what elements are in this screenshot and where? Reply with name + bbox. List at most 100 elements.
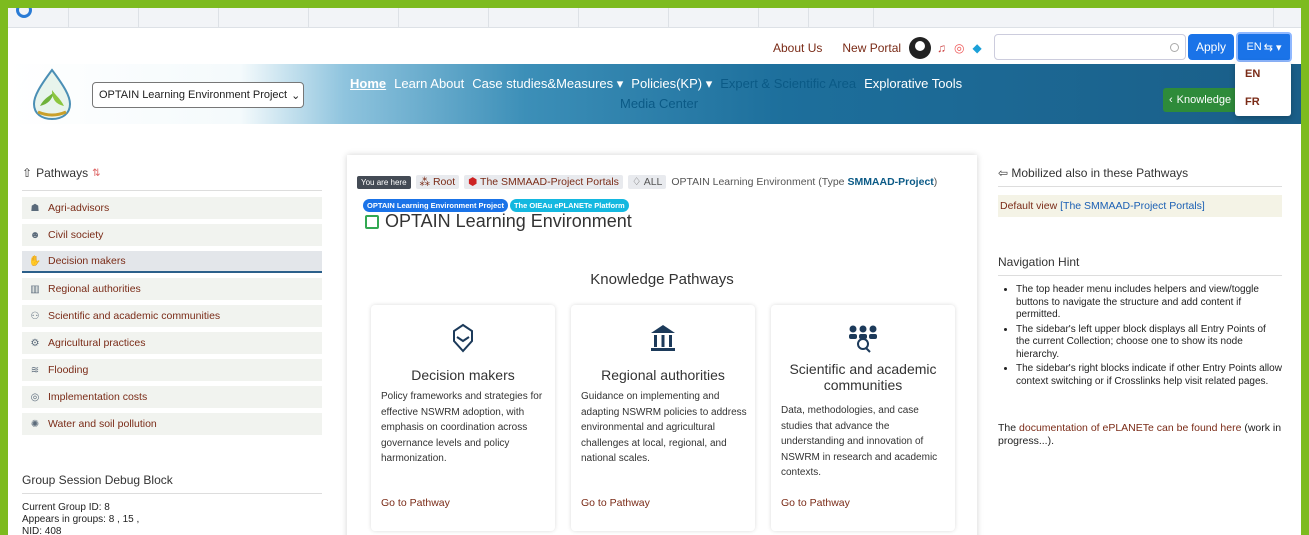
translate-icon: ⇆ ▾ xyxy=(1263,41,1282,54)
top-tab-strip xyxy=(8,8,1301,28)
sidebar-item-implementation-costs[interactable]: ◎ Implementation costs xyxy=(22,386,322,408)
sidebar-item-label: Scientific and academic communities xyxy=(48,310,221,322)
breadcrumb-all[interactable]: ♢ ALL xyxy=(627,175,667,189)
knowledge-button[interactable]: ‹ Knowledge xyxy=(1163,88,1245,112)
researchers-icon xyxy=(771,323,955,358)
knowledge-pathways-heading: Knowledge Pathways xyxy=(590,271,734,288)
language-dropdown[interactable]: EN ⇆ ▾ xyxy=(1236,32,1292,62)
documentation-link[interactable]: documentation of ePLANETe can be found h… xyxy=(1019,422,1241,434)
card-title: Decision makers xyxy=(411,367,515,383)
people-icon: ☻ xyxy=(29,229,41,241)
new-portal-link[interactable]: New Portal xyxy=(842,41,901,55)
breadcrumb-portals[interactable]: ⬢ The SMMAAD-Project Portals xyxy=(464,175,623,189)
breadcrumb-close: ) xyxy=(933,176,938,188)
knowledge-button-label: Knowledge xyxy=(1176,94,1232,106)
sort-icon[interactable]: ⇅ xyxy=(92,168,100,179)
mobilized-heading: ⇦ Mobilized also in these Pathways xyxy=(998,166,1282,187)
institution-icon: ▥ xyxy=(30,283,40,295)
nav-media-center[interactable]: Media Center xyxy=(620,96,698,111)
tractor-icon: ⚙ xyxy=(30,337,40,349)
navigation-hint-title: Navigation Hint xyxy=(998,255,1282,276)
nav-home[interactable]: Home xyxy=(350,76,386,92)
main-nav: Home Learn About Case studies&Measures ▾… xyxy=(350,76,970,92)
project-select[interactable]: OPTAIN Learning Environment Project ⌄ xyxy=(92,82,304,108)
chevron-down-icon: ⌄ xyxy=(291,89,301,102)
hint-item: The sidebar's right blocks indicate if o… xyxy=(1016,363,1282,388)
sidebar-item-decision-makers[interactable]: ✋ Decision makers xyxy=(22,251,322,273)
sidebar-item-flooding[interactable]: ≋ Flooding xyxy=(22,359,322,381)
go-to-pathway-link[interactable]: Go to Pathway xyxy=(581,497,650,509)
sidebar-item-water-soil-pollution[interactable]: ✺ Water and soil pollution xyxy=(22,413,322,435)
breadcrumb-current: OPTAIN Learning Environment (Type SMMAAD… xyxy=(671,176,937,188)
mobilized-title: Mobilized also in these Pathways xyxy=(1011,166,1189,180)
debug-line: Current Group ID: 8 xyxy=(22,502,110,513)
nav-learn-about[interactable]: Learn About xyxy=(394,76,464,92)
sidebar-item-label: Water and soil pollution xyxy=(48,418,157,430)
sidebar-item-agri-advisors[interactable]: ☗ Agri-advisors xyxy=(22,197,322,219)
browser-logo-icon xyxy=(16,8,32,18)
debug-line: NID: 408 xyxy=(22,526,62,535)
page-frame: About Us New Portal ♫ ◎ ◆ Apply EN ⇆ ▾ O… xyxy=(8,8,1301,535)
nav-expert-area[interactable]: Expert & Scientific Area xyxy=(720,76,856,92)
breadcrumb-current-label: OPTAIN Learning Environment (Type xyxy=(671,176,845,188)
edit-icon[interactable] xyxy=(365,214,379,229)
go-to-pathway-link[interactable]: Go to Pathway xyxy=(781,497,850,509)
tag-icon[interactable]: ◆ xyxy=(973,41,982,55)
pathways-title: Pathways xyxy=(36,166,89,180)
go-to-pathway-link[interactable]: Go to Pathway xyxy=(381,497,450,509)
nav-policies[interactable]: Policies(KP) ▾ xyxy=(631,76,712,92)
default-view-link[interactable]: [The SMMAAD-Project Portals] xyxy=(1060,200,1205,212)
site-banner: OPTAIN Learning Environment Project ⌄ Ho… xyxy=(8,64,1301,124)
pathway-list: ☗ Agri-advisors ☻ Civil society ✋ Decision … xyxy=(22,190,322,435)
apply-button[interactable]: Apply xyxy=(1188,34,1234,60)
debug-line: Appears in groups: 8 , 15 , xyxy=(22,514,140,525)
nav-explorative-tools[interactable]: Explorative Tools xyxy=(864,76,962,92)
sidebar-item-agricultural-practices[interactable]: ⚙ Agricultural practices xyxy=(22,332,322,354)
default-view-label: Default view xyxy=(1000,200,1058,212)
breadcrumb-all-label: ALL xyxy=(643,176,663,188)
pathway-cards: Decision makers Policy frameworks and st… xyxy=(371,305,955,531)
audio-icon[interactable]: ♫ xyxy=(937,41,946,55)
card-description: Guidance on implementing and adapting NS… xyxy=(581,391,747,464)
hierarchy-icon: ⁂ xyxy=(419,176,433,188)
about-us-link[interactable]: About Us xyxy=(773,41,822,55)
sidebar-item-regional-authorities[interactable]: ▥ Regional authorities xyxy=(22,278,322,300)
institution-icon xyxy=(571,323,755,358)
sidebar-item-civil-society[interactable]: ☻ Civil society xyxy=(22,224,322,246)
right-sidebar: ⇦ Mobilized also in these Pathways Defau… xyxy=(998,166,1282,217)
chevron-left-icon: ‹ xyxy=(1169,94,1173,106)
nav-case-studies[interactable]: Case studies&Measures ▾ xyxy=(472,76,623,92)
card-description: Policy frameworks and strategies for eff… xyxy=(381,391,543,464)
target-icon[interactable]: ◎ xyxy=(954,41,964,55)
search-clear-icon[interactable] xyxy=(1170,43,1179,52)
sidebar-item-scientific-communities[interactable]: ⚇ Scientific and academic communities xyxy=(22,305,322,327)
pathway-card-decision-makers: Decision makers Policy frameworks and st… xyxy=(371,305,555,531)
language-option-fr[interactable]: FR xyxy=(1245,96,1291,124)
debug-title: Group Session Debug Block xyxy=(22,473,322,494)
search-input[interactable] xyxy=(994,34,1186,60)
header-links: About Us New Portal ♫ ◎ ◆ xyxy=(773,37,990,59)
signpost-icon: ⇧ xyxy=(22,166,33,180)
project-select-label: OPTAIN Learning Environment Project xyxy=(99,89,288,101)
language-option-en[interactable]: EN xyxy=(1245,68,1291,96)
bell-icon: ♢ xyxy=(631,176,644,188)
sidebar-item-label: Flooding xyxy=(48,364,89,376)
breadcrumb-root[interactable]: ⁂ Root xyxy=(415,175,460,189)
default-view-row[interactable]: Default view [The SMMAAD-Project Portals… xyxy=(998,195,1282,217)
portal-icon: ⬢ xyxy=(468,176,481,188)
left-sidebar: ⇧ Pathways ⇅ ☗ Agri-advisors ☻ Civil socie… xyxy=(22,166,322,440)
sidebar-item-label: Implementation costs xyxy=(48,391,148,403)
pollution-icon: ✺ xyxy=(30,418,40,430)
documentation-note: The documentation of ePLANETe can be fou… xyxy=(998,422,1288,448)
hint-item: The sidebar's left upper block displays … xyxy=(1016,324,1282,362)
breadcrumb-root-label: Root xyxy=(432,176,456,188)
pathway-card-scientific-communities: Scientific and academic communities Data… xyxy=(771,305,955,531)
sidebar-item-label: Agri-advisors xyxy=(48,202,110,214)
handshake-icon: ✋ xyxy=(28,255,42,267)
nav-policies-label: Policies(KP) xyxy=(631,76,703,91)
farmer-icon: ☗ xyxy=(30,202,40,214)
hint-item: The top header menu includes helpers and… xyxy=(1016,284,1282,322)
user-avatar-icon[interactable] xyxy=(909,37,932,59)
pathway-card-regional-authorities: Regional authorities Guidance on impleme… xyxy=(571,305,755,531)
breadcrumb-type[interactable]: SMMAAD-Project xyxy=(847,176,933,188)
